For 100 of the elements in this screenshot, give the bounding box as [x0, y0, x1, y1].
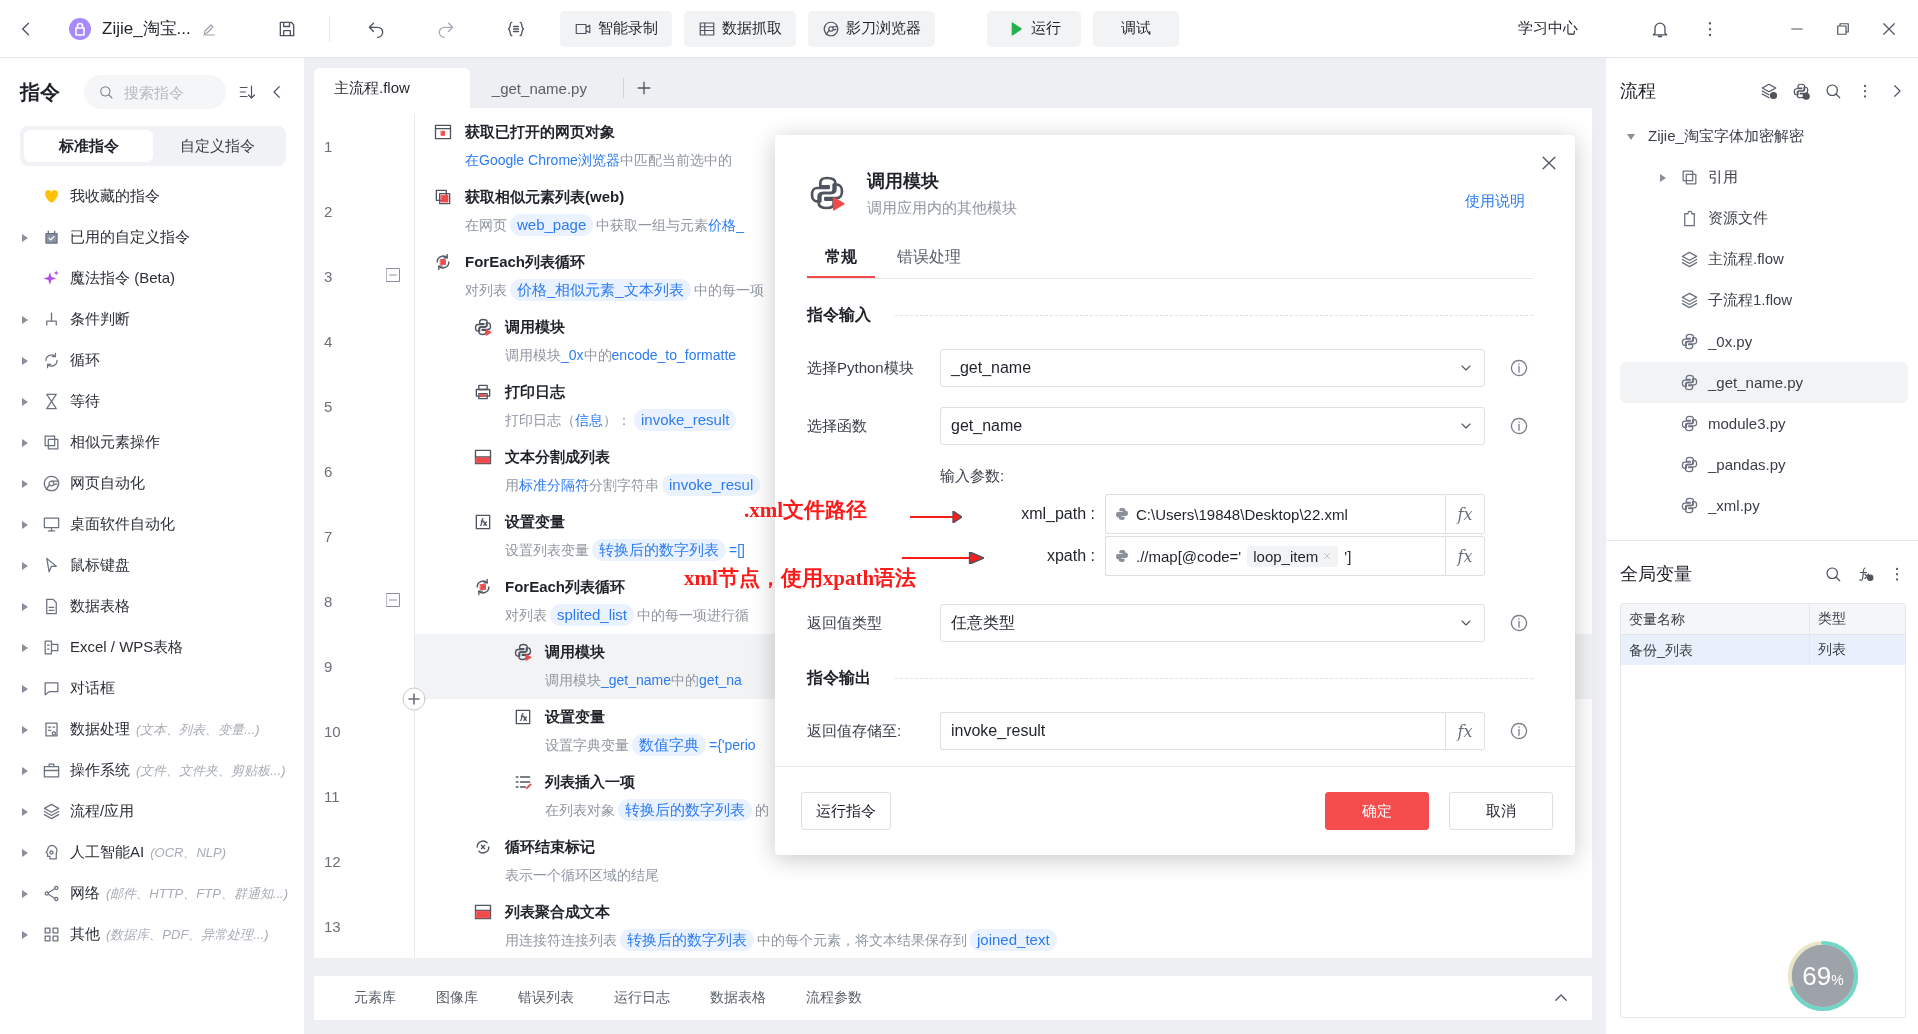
browser-button[interactable]: 影刀浏览器 — [807, 10, 935, 47]
editor-tab[interactable]: _get_name.py — [469, 68, 609, 108]
variable-tag[interactable]: splited_list — [550, 604, 635, 626]
tree-item[interactable]: 子流程1.flow — [1708, 291, 1793, 310]
tree-item[interactable]: Zijie_淘宝字体加密解密 — [1648, 127, 1804, 146]
step-title[interactable]: 设置变量 — [545, 707, 605, 727]
tree-item[interactable]: _get_name.py — [1708, 374, 1804, 391]
search-field[interactable]: 搜索指令 — [122, 82, 210, 102]
dialog-tab[interactable]: 错误处理 — [879, 239, 979, 278]
parameter-link[interactable]: _0x — [561, 347, 584, 363]
debug-button[interactable]: 调试 — [1092, 10, 1179, 47]
info-icon[interactable] — [1509, 721, 1529, 741]
expanded-arrow-icon[interactable] — [1626, 131, 1636, 142]
bottom-tab[interactable]: 元素库 — [354, 989, 396, 1007]
step-title[interactable]: 循环结束标记 — [505, 837, 595, 857]
step-title[interactable]: ForEach列表循环 — [465, 252, 585, 272]
tree-item[interactable]: _pandas.py — [1708, 456, 1786, 473]
info-icon[interactable] — [1509, 358, 1529, 378]
collapse-box-icon[interactable] — [386, 593, 400, 607]
variable-tag[interactable]: invoke_resul — [662, 474, 761, 496]
category-label[interactable]: 对话框 — [70, 679, 115, 698]
fx-button[interactable]: fx — [1445, 712, 1485, 750]
bottom-tab[interactable]: 错误列表 — [518, 989, 574, 1007]
expand-arrow-icon[interactable] — [20, 437, 30, 448]
category-label[interactable]: 操作系统 — [70, 761, 130, 780]
category-label[interactable]: 鼠标键盘 — [70, 556, 130, 575]
category-label[interactable]: 条件判断 — [70, 310, 130, 329]
category-label[interactable]: 数据处理 — [70, 720, 130, 739]
category-label[interactable]: 循环 — [70, 351, 100, 370]
step-title[interactable]: 设置变量 — [505, 512, 565, 532]
variable-tag[interactable]: 转换后的数字列表 — [620, 929, 754, 951]
capture-button[interactable]: 数据抓取 — [683, 10, 796, 47]
usage-link[interactable]: 使用说明 — [1465, 191, 1525, 211]
add-variable-icon[interactable] — [1856, 565, 1874, 583]
expand-arrow-icon[interactable] — [20, 642, 30, 653]
info-icon[interactable] — [1509, 613, 1529, 633]
category-label[interactable]: 已用的自定义指令 — [70, 228, 190, 247]
variable-tag[interactable]: web_page — [510, 214, 594, 236]
run-command-button[interactable]: 运行指令 — [801, 792, 891, 830]
category-label[interactable]: 其他 — [70, 925, 100, 944]
category-label[interactable]: 相似元素操作 — [70, 433, 160, 452]
search-box[interactable]: 搜索指令 — [84, 75, 226, 109]
bottom-tab[interactable]: 数据表格 — [710, 989, 766, 1007]
expand-arrow-icon[interactable] — [20, 396, 30, 407]
cancel-button[interactable]: 取消 — [1449, 792, 1553, 830]
expand-arrow-icon[interactable] — [20, 232, 30, 243]
category-label[interactable]: 等待 — [70, 392, 100, 411]
step-title[interactable]: 调用模块 — [505, 317, 565, 337]
variable-tag[interactable]: 转换后的数字列表 — [618, 799, 752, 821]
expand-arrow-icon[interactable] — [20, 519, 30, 530]
search-icon[interactable] — [1824, 82, 1842, 100]
category-label[interactable]: 网络 — [70, 884, 100, 903]
step-title[interactable]: 文本分割成列表 — [505, 447, 610, 467]
expand-arrow-icon[interactable] — [20, 355, 30, 366]
step-title[interactable]: 获取相似元素列表(web) — [465, 187, 625, 207]
category-label[interactable]: 我收藏的指令 — [70, 187, 160, 206]
sort-icon[interactable] — [238, 83, 256, 101]
run-button[interactable]: 运行 — [986, 10, 1081, 47]
info-icon[interactable] — [1509, 416, 1529, 436]
parameter-link[interactable]: get_na — [699, 672, 742, 688]
tree-item[interactable]: _xml.py — [1708, 497, 1760, 514]
step-title[interactable]: ForEach列表循环 — [505, 577, 625, 597]
parameter-link[interactable]: 在Google Chrome浏览器 — [465, 152, 620, 168]
variable-chip[interactable]: loop_item — [1247, 545, 1339, 567]
tree-item[interactable]: _0x.py — [1708, 333, 1753, 350]
tree-item[interactable]: 主流程.flow — [1708, 250, 1784, 269]
expand-arrow-icon[interactable] — [20, 929, 30, 940]
step-title[interactable]: 调用模块 — [545, 642, 605, 662]
category-label[interactable]: 人工智能AI — [70, 843, 145, 862]
variable-tag[interactable]: invoke_result — [634, 409, 737, 431]
category-label[interactable]: 数据表格 — [70, 597, 130, 616]
expand-arrow-icon[interactable] — [20, 847, 30, 858]
learning-center-link[interactable]: 学习中心 — [1518, 19, 1578, 38]
bottom-tab[interactable]: 流程参数 — [806, 989, 862, 1007]
parameter-link[interactable]: ={'perio — [709, 737, 756, 753]
sidebar-tab[interactable]: 自定义指令 — [153, 130, 282, 162]
sidebar-tab[interactable]: 标准指令 — [24, 130, 153, 162]
collapse-box-icon[interactable] — [386, 268, 400, 282]
variable-tag[interactable]: joined_text — [970, 929, 1057, 951]
param-field[interactable]: C:\Users\19848\Desktop\22.xml — [1105, 494, 1445, 534]
tree-item[interactable]: 引用 — [1708, 168, 1738, 187]
variable-row[interactable]: 备份_列表 列表 — [1621, 635, 1905, 665]
expand-arrow-icon[interactable] — [20, 314, 30, 325]
bottom-tab[interactable]: 运行日志 — [614, 989, 670, 1007]
select-field[interactable]: get_name — [940, 407, 1485, 445]
expand-arrow-icon[interactable] — [20, 724, 30, 735]
expand-arrow-icon[interactable] — [20, 683, 30, 694]
step-title[interactable]: 列表插入一项 — [545, 772, 635, 792]
expand-arrow-icon[interactable] — [20, 765, 30, 776]
parameter-link[interactable]: _get_name — [601, 672, 672, 688]
input-field[interactable]: invoke_result — [940, 712, 1445, 750]
editor-tab[interactable]: 主流程.flow — [314, 68, 470, 108]
dialog-tab[interactable]: 常规 — [807, 239, 875, 278]
expand-arrow-icon[interactable] — [1658, 172, 1668, 183]
category-label[interactable]: 桌面软件自动化 — [70, 515, 175, 534]
category-label[interactable]: Excel / WPS表格 — [70, 638, 184, 657]
parameter-link[interactable]: encode_to_formatte — [611, 347, 737, 363]
record-button[interactable]: 智能录制 — [559, 10, 672, 47]
parameter-link[interactable]: 信息 — [575, 412, 603, 428]
step-title[interactable]: 列表聚合成文本 — [505, 902, 610, 922]
